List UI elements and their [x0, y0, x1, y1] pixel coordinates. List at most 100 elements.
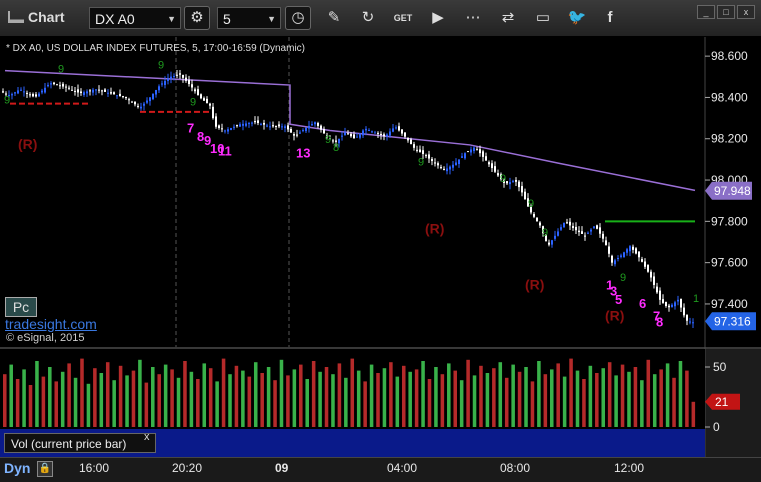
candle-body: [236, 125, 238, 127]
symbol-input[interactable]: DX A0 ▼: [89, 7, 181, 29]
candle-body: [35, 94, 37, 97]
reversal-label: (R): [525, 277, 544, 293]
candle-body: [200, 94, 202, 99]
candle-body: [62, 83, 64, 87]
volume-bar: [562, 376, 567, 427]
candle-body: [488, 162, 490, 165]
candle-body: [254, 121, 256, 123]
candle-body: [389, 131, 391, 136]
candle-body: [173, 75, 175, 77]
candle-body: [44, 87, 46, 93]
minimize-button[interactable]: _: [697, 5, 715, 19]
volume-label[interactable]: Vol (current price bar): [4, 433, 156, 453]
settings-icon[interactable]: ⚙: [184, 6, 210, 30]
reversal-label: (R): [18, 136, 37, 152]
candle-body: [524, 191, 526, 200]
dyn-mode[interactable]: Dyn: [4, 460, 30, 476]
volume-bar: [530, 381, 535, 427]
volume-bar: [189, 371, 194, 427]
candle-body: [14, 92, 16, 94]
candle-body: [404, 132, 406, 137]
candle-body: [467, 151, 469, 153]
price-chart[interactable]: * DX A0, US DOLLAR INDEX FUTURES, 5, 17:…: [0, 37, 761, 457]
candle-body: [377, 132, 379, 134]
candle-body: [533, 213, 535, 217]
candle-body: [203, 98, 205, 101]
volume-bar: [208, 368, 213, 427]
candle-body: [68, 87, 70, 89]
volume-bar: [556, 363, 560, 427]
volume-bar: [595, 373, 599, 427]
close-icon[interactable]: x: [144, 431, 150, 443]
dots-icon[interactable]: ⋯: [461, 6, 485, 30]
candle-body: [314, 122, 316, 125]
interval-input[interactable]: 5 ▼: [217, 7, 281, 29]
chevron-down-icon[interactable]: ▼: [167, 8, 176, 30]
candle-body: [263, 122, 265, 125]
candle-body: [674, 302, 676, 307]
candle-body: [356, 136, 358, 138]
candle-body: [494, 166, 496, 172]
candle-body: [635, 248, 637, 254]
candle-body: [647, 265, 649, 272]
twitter-icon[interactable]: 🐦: [565, 6, 589, 30]
play-icon[interactable]: ▶: [426, 6, 450, 30]
pencil-icon[interactable]: ✎: [322, 6, 346, 30]
volume-bar: [389, 362, 393, 427]
candle-body: [20, 89, 22, 91]
candle-body: [158, 86, 160, 91]
candle-body: [602, 233, 604, 239]
pc-stamp[interactable]: Pc: [5, 297, 37, 317]
candle-body: [626, 249, 628, 253]
candle-body: [215, 116, 217, 127]
candle-body: [320, 125, 322, 130]
volume-bar: [504, 377, 509, 427]
link-icon[interactable]: ⇄: [496, 6, 520, 30]
candle-body: [599, 227, 601, 234]
candle-body: [614, 260, 616, 265]
get-icon[interactable]: GET: [391, 6, 415, 30]
volume-bar: [48, 367, 52, 427]
chevron-down-icon[interactable]: ▼: [267, 8, 276, 30]
candle-body: [443, 168, 445, 170]
candle-body: [38, 93, 40, 97]
setup-count-label: 9: [58, 64, 64, 76]
facebook-icon[interactable]: f: [598, 6, 622, 30]
candle-body: [629, 246, 631, 252]
lock-icon[interactable]: 🔒: [37, 461, 53, 477]
volume-bar: [485, 373, 490, 427]
volume-bar: [157, 374, 161, 427]
volume-bar: [99, 373, 104, 427]
candle-body: [677, 299, 679, 302]
x-tick-label: 08:00: [500, 461, 531, 475]
candle-body: [458, 159, 460, 165]
comment-icon[interactable]: ▭: [531, 6, 555, 30]
candle-body: [473, 147, 475, 152]
candle-body: [71, 89, 73, 91]
candle-body: [116, 95, 118, 97]
volume-bar: [118, 365, 123, 427]
close-button[interactable]: x: [737, 5, 755, 19]
tradesight-link[interactable]: tradesight.com: [5, 316, 97, 332]
clock-icon[interactable]: ◷: [285, 6, 311, 30]
candle-body: [308, 125, 310, 129]
price-pane[interactable]: [0, 37, 705, 347]
vol-tick-label: 0: [713, 420, 720, 434]
volume-bar: [144, 382, 149, 427]
candle-body: [623, 252, 625, 257]
volume-bar: [215, 381, 219, 427]
maximize-button[interactable]: □: [717, 5, 735, 19]
volume-bar: [427, 379, 432, 427]
refresh-icon[interactable]: ↻: [356, 6, 380, 30]
candle-body: [452, 164, 454, 168]
volume-bar: [286, 375, 290, 427]
volume-bar: [537, 361, 541, 427]
volume-bar: [356, 370, 361, 427]
time-axis[interactable]: Dyn 🔒 16:00 20:20 09 04:00 08:00 12:00: [0, 457, 761, 482]
volume-bar: [620, 364, 625, 427]
candle-body: [575, 226, 577, 231]
candle-body: [281, 126, 283, 128]
candle-body: [509, 182, 511, 185]
candle-body: [422, 150, 424, 155]
candle-body: [86, 91, 88, 94]
